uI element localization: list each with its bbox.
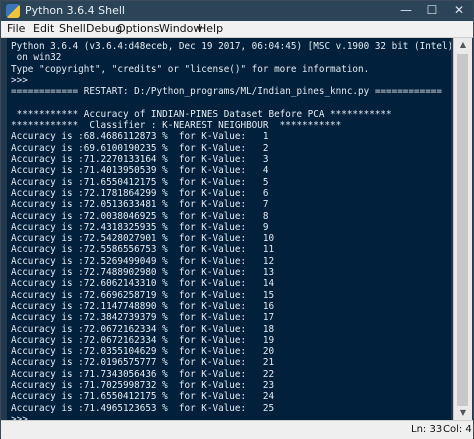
accuracy-result-line: Accuracy is :72.1147748890 % for K-Value… <box>11 300 275 312</box>
menu-help[interactable]: Help <box>198 22 223 35</box>
window-title: Python 3.6.4 Shell <box>25 4 125 17</box>
vertical-scrollbar[interactable]: ▲ ▼ <box>453 38 472 420</box>
accuracy-result-line: Accuracy is :71.6550412175 % for K-Value… <box>11 391 275 403</box>
close-button[interactable]: ✕ <box>445 1 473 19</box>
accuracy-result-line: Accuracy is :72.5586556753 % for K-Value… <box>11 244 275 256</box>
accuracy-result-line: Accuracy is :72.5269499049 % for K-Value… <box>11 255 275 267</box>
accuracy-result-line: Accuracy is :69.6100190235 % for K-Value… <box>11 142 269 154</box>
accuracy-result-line: Accuracy is :72.0355104629 % for K-Value… <box>11 346 275 358</box>
menu-options[interactable]: Options <box>117 22 159 35</box>
accuracy-result-line: Accuracy is :72.7488902980 % for K-Value… <box>11 267 275 278</box>
shell-output-area[interactable]: Python 3.6.4 (v3.6.4:d48eceb, Dec 19 201… <box>7 38 451 420</box>
accuracy-result-line: Accuracy is :71.4013950539 % for K-Value… <box>11 165 269 177</box>
accuracy-result-line: Accuracy is :72.3842739379 % for K-Value… <box>11 312 275 324</box>
maximize-button[interactable]: ☐ <box>419 1 445 19</box>
classifier-title: ************ Classifier : K-NEAREST NEIG… <box>11 120 342 132</box>
console-header-line: on win32 <box>11 52 62 64</box>
minimize-button[interactable]: — <box>393 1 419 19</box>
accuracy-result-line: Accuracy is :72.0672162334 % for K-Value… <box>11 334 275 346</box>
console-header-line: Type "copyright", "credits" or "license(… <box>11 63 370 75</box>
idle-shell-window: Python 3.6.4 Shell — ☐ ✕ File Edit Shell… <box>0 0 474 439</box>
menu-shell[interactable]: Shell <box>59 22 86 35</box>
accuracy-result-line: Accuracy is :71.2270133164 % for K-Value… <box>11 154 269 165</box>
accuracy-result-line: Accuracy is :72.6696258719 % for K-Value… <box>11 289 275 301</box>
console-header-line: Python 3.6.4 (v3.6.4:d48eceb, Dec 19 201… <box>11 41 451 52</box>
accuracy-result-line: Accuracy is :72.0196575777 % for K-Value… <box>11 357 275 369</box>
accuracy-result-line: Accuracy is :71.7025998732 % for K-Value… <box>11 380 275 391</box>
menu-bar: File Edit Shell Debug Options Window Hel… <box>1 21 473 38</box>
title-bar[interactable]: Python 3.6.4 Shell — ☐ ✕ <box>1 1 473 21</box>
status-bar: Ln: 33 Col: 4 <box>1 420 473 439</box>
line-number: Ln: 33 <box>411 424 443 435</box>
report-title: *********** Accuracy of INDIAN-PINES Dat… <box>11 108 392 120</box>
accuracy-result-line: Accuracy is :71.7343056436 % for K-Value… <box>11 368 275 380</box>
restart-banner: ============ RESTART: D:/Python_programs… <box>11 86 442 98</box>
accuracy-result-line: Accuracy is :72.4318325935 % for K-Value… <box>11 221 269 233</box>
shell-prompt: >>> <box>11 74 28 86</box>
accuracy-result-line: Accuracy is :71.6550412175 % for K-Value… <box>11 176 269 188</box>
python-logo-icon <box>6 4 20 18</box>
accuracy-result-line: Accuracy is :72.0672162334 % for K-Value… <box>11 323 275 335</box>
accuracy-result-line: Accuracy is :68.4686112873 % for K-Value… <box>11 131 269 143</box>
accuracy-result-line: Accuracy is :72.0038046925 % for K-Value… <box>11 210 269 222</box>
menu-edit[interactable]: Edit <box>33 22 54 35</box>
column-number: Col: 4 <box>443 424 472 435</box>
menu-file[interactable]: File <box>7 22 25 35</box>
accuracy-result-line: Accuracy is :72.1781864299 % for K-Value… <box>11 187 269 199</box>
accuracy-result-line: Accuracy is :72.0513633481 % for K-Value… <box>11 199 269 211</box>
menu-window[interactable]: Window <box>159 22 202 35</box>
accuracy-result-line: Accuracy is :72.5428027901 % for K-Value… <box>11 233 275 245</box>
scroll-up-arrow-icon[interactable]: ▲ <box>454 38 472 52</box>
accuracy-result-line: Accuracy is :71.4965123653 % for K-Value… <box>11 402 275 414</box>
accuracy-result-line: Accuracy is :72.6062143310 % for K-Value… <box>11 278 275 290</box>
scroll-down-arrow-icon[interactable]: ▼ <box>454 406 472 420</box>
scrollbar-thumb[interactable] <box>457 54 468 406</box>
